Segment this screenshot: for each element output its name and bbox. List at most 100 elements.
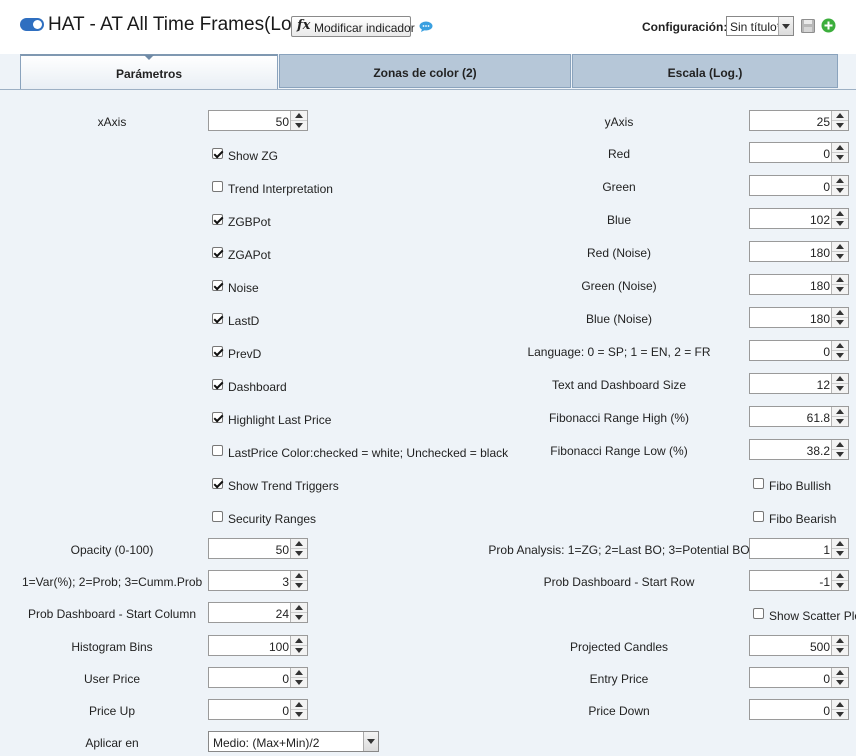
indicator-enable-toggle[interactable] xyxy=(20,18,44,31)
green-noise-input[interactable]: 180 xyxy=(749,274,849,295)
spin-down-icon[interactable] xyxy=(832,645,848,654)
spin-down-icon[interactable] xyxy=(832,251,848,260)
fib-high-input[interactable]: 61.8 xyxy=(749,406,849,427)
show-scatter-plot-checkbox[interactable] xyxy=(753,608,764,619)
yaxis-spinner[interactable] xyxy=(831,111,848,130)
entry-price-input[interactable]: 0 xyxy=(749,667,849,688)
prob-dashboard-start-row-spinner[interactable] xyxy=(831,571,848,590)
spin-down-icon[interactable] xyxy=(832,120,848,129)
dashboard-checkbox[interactable] xyxy=(212,379,223,390)
price-down-input[interactable]: 0 xyxy=(749,699,849,720)
spin-down-icon[interactable] xyxy=(832,383,848,392)
projected-candles-spinner[interactable] xyxy=(831,636,848,655)
tab-zonas-de-color[interactable]: Zonas de color (2) xyxy=(279,54,571,88)
prob-dashboard-start-row-input[interactable]: -1 xyxy=(749,570,849,591)
fib-low-spinner[interactable] xyxy=(831,440,848,459)
text-dashboard-size-label: Text and Dashboard Size xyxy=(551,378,687,392)
var-prob-input[interactable]: 3 xyxy=(208,570,308,591)
security-ranges-checkbox[interactable] xyxy=(212,511,223,522)
spin-down-icon[interactable] xyxy=(291,677,307,686)
show-trend-triggers-checkbox[interactable] xyxy=(212,478,223,489)
trend-interpretation-checkbox[interactable] xyxy=(212,181,223,192)
spin-down-icon[interactable] xyxy=(832,709,848,718)
user-price-spinner[interactable] xyxy=(290,668,307,687)
spin-down-icon[interactable] xyxy=(832,350,848,359)
spin-down-icon[interactable] xyxy=(832,449,848,458)
spin-down-icon[interactable] xyxy=(291,612,307,621)
zgapot-checkbox[interactable] xyxy=(212,247,223,258)
chat-bubble-icon[interactable] xyxy=(419,21,433,32)
text-dashboard-size-input[interactable]: 12 xyxy=(749,373,849,394)
green-noise-spinner[interactable] xyxy=(831,275,848,294)
spin-down-icon[interactable] xyxy=(832,677,848,686)
xaxis-value: 50 xyxy=(275,115,289,129)
green-spinner[interactable] xyxy=(831,176,848,195)
yaxis-input[interactable]: 25 xyxy=(749,110,849,131)
language-input[interactable]: 0 xyxy=(749,340,849,361)
xaxis-input[interactable]: 50 xyxy=(208,110,308,131)
var-prob-value: 3 xyxy=(282,575,289,589)
spin-down-icon[interactable] xyxy=(291,645,307,654)
xaxis-spinner[interactable] xyxy=(290,111,307,130)
fibo-bullish-checkbox[interactable] xyxy=(753,478,764,489)
prevd-checkbox[interactable] xyxy=(212,346,223,357)
fib-high-spinner[interactable] xyxy=(831,407,848,426)
var-prob-spinner[interactable] xyxy=(290,571,307,590)
highlight-last-price-checkbox[interactable] xyxy=(212,412,223,423)
spin-down-icon[interactable] xyxy=(832,185,848,194)
blue-input[interactable]: 102 xyxy=(749,208,849,229)
show-zg-checkbox[interactable] xyxy=(212,148,223,159)
tab-escala[interactable]: Escala (Log.) xyxy=(572,54,838,88)
fib-low-input[interactable]: 38.2 xyxy=(749,439,849,460)
language-spinner[interactable] xyxy=(831,341,848,360)
prob-dashboard-start-column-spinner[interactable] xyxy=(290,603,307,622)
apply-on-select[interactable]: Medio: (Max+Min)/2 xyxy=(208,731,379,752)
text-dashboard-size-spinner[interactable] xyxy=(831,374,848,393)
entry-price-spinner[interactable] xyxy=(831,668,848,687)
save-icon[interactable] xyxy=(801,19,815,33)
opacity-spinner[interactable] xyxy=(290,539,307,558)
prob-dashboard-start-column-input[interactable]: 24 xyxy=(208,602,308,623)
entry-price-label: Entry Price xyxy=(589,672,649,686)
lastprice-color-checkbox[interactable] xyxy=(212,445,223,456)
add-icon[interactable] xyxy=(821,18,836,33)
spin-down-icon[interactable] xyxy=(832,284,848,293)
config-select[interactable]: Sin título* xyxy=(726,16,794,36)
spin-down-icon[interactable] xyxy=(832,580,848,589)
spin-down-icon[interactable] xyxy=(832,548,848,557)
lastd-checkbox[interactable] xyxy=(212,313,223,324)
red-spinner[interactable] xyxy=(831,143,848,162)
user-price-input[interactable]: 0 xyxy=(208,667,308,688)
spin-down-icon[interactable] xyxy=(832,218,848,227)
spin-down-icon[interactable] xyxy=(291,548,307,557)
spin-down-icon[interactable] xyxy=(291,580,307,589)
spin-down-icon[interactable] xyxy=(291,709,307,718)
config-label: Configuración: xyxy=(642,20,728,34)
prob-analysis-input[interactable]: 1 xyxy=(749,538,849,559)
spin-down-icon[interactable] xyxy=(832,152,848,161)
show-zg-label: Show ZG xyxy=(228,149,279,163)
blue-noise-spinner[interactable] xyxy=(831,308,848,327)
modify-indicator-button[interactable]: fx Modificar indicador xyxy=(291,16,415,37)
price-down-spinner[interactable] xyxy=(831,700,848,719)
red-input[interactable]: 0 xyxy=(749,142,849,163)
noise-checkbox[interactable] xyxy=(212,280,223,291)
prob-analysis-spinner[interactable] xyxy=(831,539,848,558)
spin-down-icon[interactable] xyxy=(291,120,307,129)
price-up-input[interactable]: 0 xyxy=(208,699,308,720)
tab-parametros[interactable]: Parámetros xyxy=(20,54,278,90)
zgbpot-checkbox[interactable] xyxy=(212,214,223,225)
red-noise-spinner[interactable] xyxy=(831,242,848,261)
spin-down-icon[interactable] xyxy=(832,317,848,326)
fibo-bearish-checkbox[interactable] xyxy=(753,511,764,522)
green-input[interactable]: 0 xyxy=(749,175,849,196)
blue-noise-input[interactable]: 180 xyxy=(749,307,849,328)
spin-down-icon[interactable] xyxy=(832,416,848,425)
opacity-input[interactable]: 50 xyxy=(208,538,308,559)
red-noise-input[interactable]: 180 xyxy=(749,241,849,262)
histogram-bins-spinner[interactable] xyxy=(290,636,307,655)
histogram-bins-input[interactable]: 100 xyxy=(208,635,308,656)
projected-candles-input[interactable]: 500 xyxy=(749,635,849,656)
price-up-spinner[interactable] xyxy=(290,700,307,719)
blue-spinner[interactable] xyxy=(831,209,848,228)
